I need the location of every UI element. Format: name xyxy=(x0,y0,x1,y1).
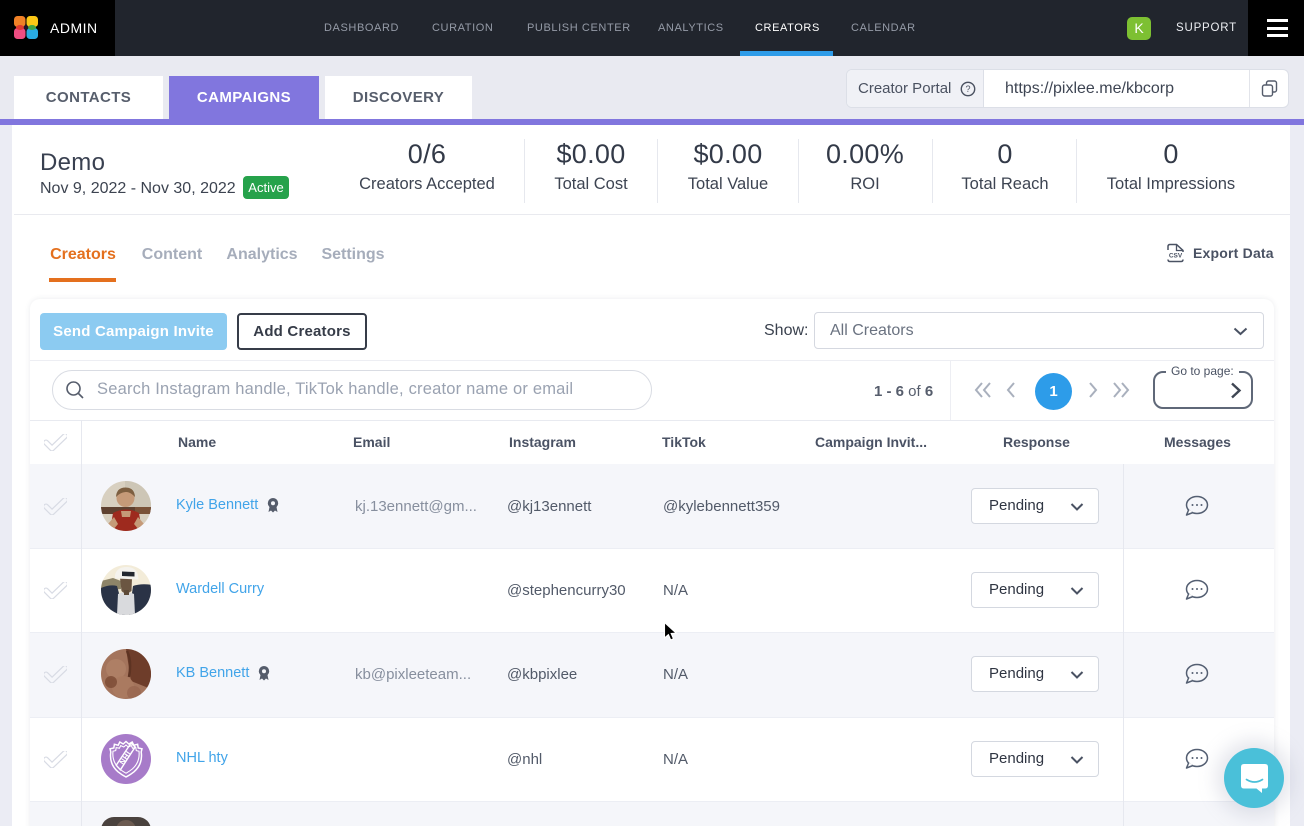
svg-text:?: ? xyxy=(965,84,970,94)
svg-text:CSV: CSV xyxy=(1169,253,1183,260)
